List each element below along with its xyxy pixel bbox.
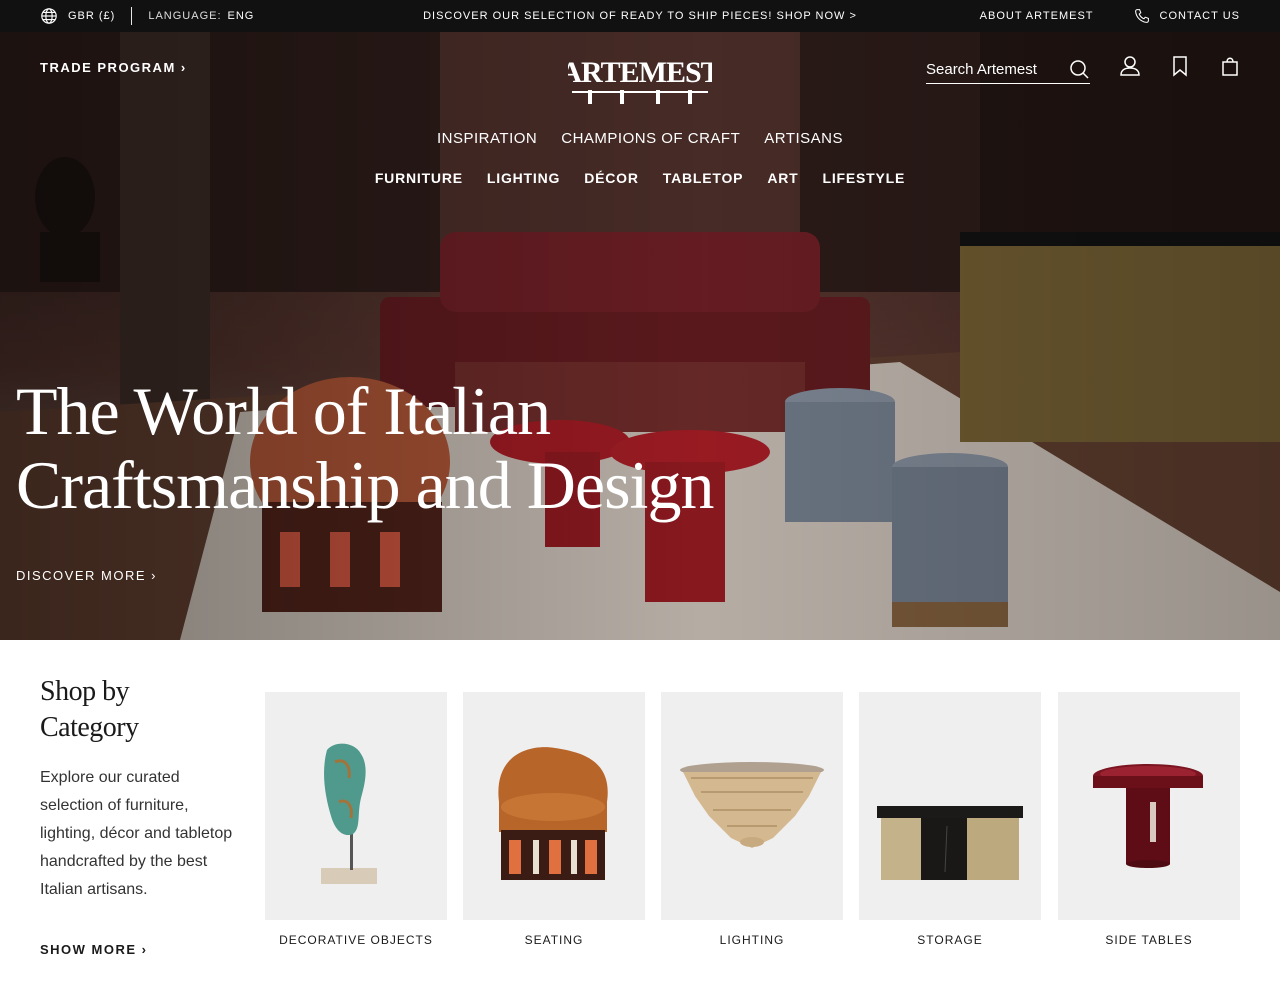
top-bar: GBR (£) LANGUAGE: ENG DISCOVER OUR SELEC… — [0, 0, 1280, 32]
hero-overlay — [0, 32, 1280, 640]
category-label[interactable]: SEATING — [463, 933, 645, 947]
chandelier-image[interactable] — [661, 692, 843, 920]
category-card-lighting[interactable]: LIGHTING — [661, 692, 843, 947]
category-card-side-tables[interactable]: SIDE TABLES — [1058, 692, 1240, 947]
trade-program-link[interactable]: TRADE PROGRAM › — [40, 60, 187, 75]
hero-headline-line2: Craftsmanship and Design — [16, 447, 714, 523]
nav-decor[interactable]: DÉCOR — [584, 170, 639, 186]
search-placeholder[interactable]: Search Artemest — [926, 61, 1037, 78]
phone-icon — [1134, 9, 1149, 23]
primary-nav: INSPIRATION CHAMPIONS OF CRAFT ARTISANS — [0, 130, 1280, 147]
search-icon[interactable] — [1068, 59, 1090, 81]
category-card-storage[interactable]: STORAGE — [859, 692, 1041, 947]
globe-icon — [41, 8, 57, 24]
show-more-link[interactable]: SHOW MORE › — [40, 942, 148, 957]
shop-title-line2: Category — [40, 712, 139, 743]
nav-champions-of-craft[interactable]: CHAMPIONS OF CRAFT — [561, 130, 740, 147]
topbar-links: ABOUT ARTEMEST CONTACT US — [980, 0, 1240, 32]
contact-link[interactable]: CONTACT US — [1160, 10, 1241, 22]
nav-furniture[interactable]: FURNITURE — [375, 170, 463, 186]
svg-text:ARTEMEST: ARTEMEST — [568, 56, 712, 89]
topbar-divider — [131, 7, 133, 25]
sideboard-image[interactable] — [859, 692, 1041, 920]
search-field[interactable]: Search Artemest — [926, 56, 1090, 84]
category-card-decorative-objects[interactable]: DECORATIVE OBJECTS — [265, 692, 447, 947]
nav-lighting[interactable]: LIGHTING — [487, 170, 560, 186]
cart-bag-icon[interactable] — [1218, 54, 1242, 78]
category-label[interactable]: DECORATIVE OBJECTS — [265, 933, 447, 947]
about-link[interactable]: ABOUT ARTEMEST — [980, 10, 1094, 22]
shop-by-category-title: Shop by Category — [40, 674, 139, 746]
hero-headline: The World of Italian Craftsmanship and D… — [16, 373, 714, 523]
promo-link[interactable]: DISCOVER OUR SELECTION OF READY TO SHIP … — [423, 10, 857, 22]
discover-more-link[interactable]: DISCOVER MORE › — [16, 568, 157, 583]
category-label[interactable]: STORAGE — [859, 933, 1041, 947]
hero-headline-line1: The World of Italian — [16, 373, 551, 449]
category-label[interactable]: SIDE TABLES — [1058, 933, 1240, 947]
account-icon[interactable] — [1118, 54, 1142, 78]
hero-section: TRADE PROGRAM › ARTEMEST Search Artemest… — [0, 32, 1280, 640]
shop-title-line1: Shop by — [40, 676, 130, 707]
category-label[interactable]: LIGHTING — [661, 933, 843, 947]
nav-tabletop[interactable]: TABLETOP — [663, 170, 744, 186]
language-label: LANGUAGE: — [148, 10, 222, 22]
sculpture-image[interactable] — [265, 692, 447, 920]
nav-art[interactable]: ART — [767, 170, 798, 186]
armchair-image[interactable] — [463, 692, 645, 920]
nav-lifestyle[interactable]: LIFESTYLE — [823, 170, 906, 186]
shop-description: Explore our curated selection of furnitu… — [40, 769, 233, 898]
currency-label[interactable]: GBR (£) — [68, 10, 115, 22]
nav-inspiration[interactable]: INSPIRATION — [437, 130, 537, 147]
nav-artisans[interactable]: ARTISANS — [764, 130, 843, 147]
artemest-logo[interactable]: ARTEMEST — [568, 52, 712, 108]
category-card-seating[interactable]: SEATING — [463, 692, 645, 947]
wishlist-bookmark-icon[interactable] — [1168, 54, 1192, 78]
category-nav: FURNITURE LIGHTING DÉCOR TABLETOP ART LI… — [0, 170, 1280, 186]
language-value[interactable]: ENG — [228, 10, 255, 22]
side-table-image[interactable] — [1058, 692, 1240, 920]
locale-selector[interactable]: GBR (£) LANGUAGE: ENG — [40, 0, 254, 32]
